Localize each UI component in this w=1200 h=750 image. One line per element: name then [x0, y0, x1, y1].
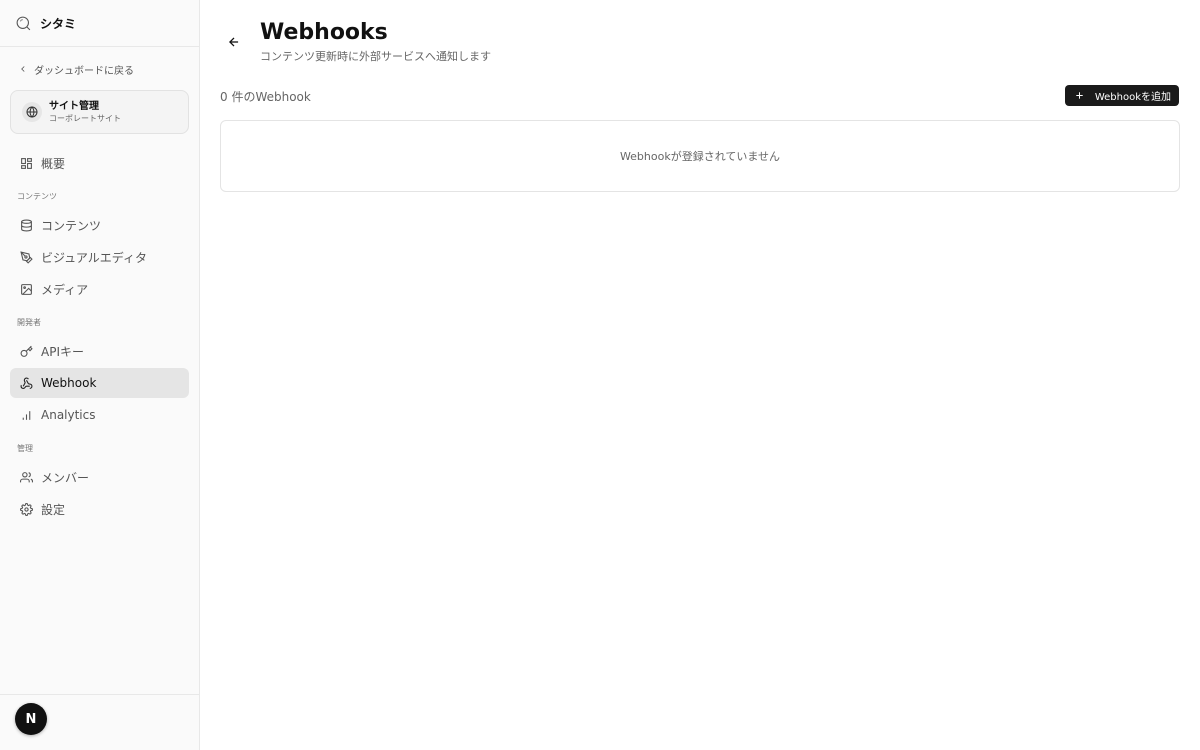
- sidebar: シタミ ダッシュボードに戻る サイト管理 コーポレートサイト 概要 コンテンツ: [0, 0, 200, 750]
- section-label-admin: 管理: [17, 444, 33, 453]
- back-arrow-button[interactable]: [225, 33, 243, 51]
- sidebar-header: シタミ: [0, 0, 199, 47]
- sidebar-item-settings[interactable]: 設定: [10, 494, 189, 524]
- sidebar-item-visual-editor[interactable]: ビジュアルエディタ: [10, 242, 189, 272]
- plus-icon: [1074, 90, 1086, 102]
- arrow-left-icon: [229, 37, 239, 47]
- webhook-count: 0 件のWebhook: [220, 90, 311, 104]
- sidebar-item-analytics[interactable]: Analytics: [10, 400, 189, 430]
- sidebar-item-label: コンテンツ: [41, 218, 102, 233]
- sidebar-item-members[interactable]: メンバー: [10, 462, 189, 492]
- empty-state-message: Webhookが登録されていません: [619, 150, 781, 163]
- sidebar-item-media[interactable]: メディア: [10, 274, 189, 304]
- image-icon: [19, 282, 33, 296]
- user-avatar[interactable]: N: [15, 703, 47, 735]
- sidebar-item-label: メディア: [41, 282, 89, 297]
- sidebar-item-label: メンバー: [41, 470, 90, 485]
- sidebar-footer: N: [0, 694, 199, 750]
- sidebar-item-label: APIキー: [41, 344, 84, 359]
- empty-state: Webhookが登録されていません: [220, 120, 1180, 192]
- site-card-subtitle: コーポレートサイト: [49, 114, 121, 123]
- gear-icon: [19, 502, 33, 516]
- sidebar-item-label: ビジュアルエディタ: [41, 250, 147, 265]
- globe-icon: [22, 102, 42, 122]
- sidebar-item-webhook[interactable]: Webhook: [10, 368, 189, 398]
- page-subtitle: コンテンツ更新時に外部サービスへ通知します: [260, 50, 491, 63]
- chevron-left-icon: [18, 64, 28, 74]
- search-icon: [14, 14, 32, 32]
- sidebar-item-content[interactable]: コンテンツ: [10, 210, 189, 240]
- pen-tool-icon: [19, 250, 33, 264]
- section-label-developer: 開発者: [17, 318, 41, 327]
- key-icon: [19, 344, 33, 358]
- users-icon: [19, 470, 33, 484]
- sidebar-item-label: Analytics: [41, 408, 96, 422]
- site-card-title: サイト管理: [49, 101, 99, 112]
- section-label-content: コンテンツ: [17, 192, 57, 201]
- back-to-dashboard-link[interactable]: ダッシュボードに戻る: [0, 59, 199, 79]
- page-title: Webhooks: [260, 20, 388, 45]
- database-icon: [19, 218, 33, 232]
- main-content: Webhooks コンテンツ更新時に外部サービスへ通知します 0 件のWebho…: [200, 0, 1200, 750]
- webhook-icon: [19, 376, 33, 390]
- site-switcher[interactable]: サイト管理 コーポレートサイト: [10, 90, 189, 134]
- bar-chart-icon: [19, 408, 33, 422]
- sidebar-item-label: 概要: [41, 156, 66, 171]
- back-link-label: ダッシュボードに戻る: [34, 65, 134, 77]
- add-webhook-label: Webhookを追加: [1094, 92, 1171, 103]
- sidebar-item-label: 設定: [41, 502, 66, 517]
- sidebar-item-overview[interactable]: 概要: [10, 148, 189, 178]
- layout-grid-icon: [19, 156, 33, 170]
- sidebar-item-label: Webhook: [41, 376, 97, 390]
- sidebar-nav: 概要 コンテンツ コンテンツ ビジュアルエディタ メディア 開発者 APIキー …: [0, 148, 199, 524]
- add-webhook-button[interactable]: Webhookを追加: [1064, 85, 1179, 106]
- sidebar-item-api-keys[interactable]: APIキー: [10, 336, 189, 366]
- brand-name: シタミ: [40, 16, 77, 31]
